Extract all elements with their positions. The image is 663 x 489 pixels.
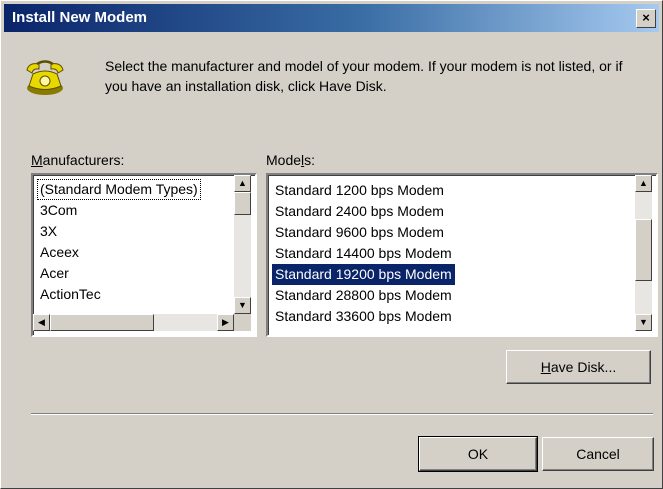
scroll-up-icon[interactable]: ▲ bbox=[635, 175, 652, 192]
instructions-text: Select the manufacturer and model of you… bbox=[105, 58, 623, 94]
manufacturer-item[interactable]: Aceex bbox=[37, 242, 82, 263]
manufacturers-label: Manufacturers: bbox=[31, 152, 125, 168]
models-listbox[interactable]: Standard 1200 bps Modem Standard 2400 bp… bbox=[266, 173, 658, 337]
model-item[interactable]: Standard 14400 bps Modem bbox=[272, 243, 455, 264]
scrollbar-thumb[interactable] bbox=[635, 219, 652, 281]
telephone-icon bbox=[26, 60, 64, 95]
close-icon: × bbox=[642, 10, 650, 25]
model-item[interactable]: Standard 33600 bps Modem bbox=[272, 306, 455, 327]
model-item[interactable]: Standard 2400 bps Modem bbox=[272, 201, 447, 222]
model-item[interactable]: Standard 9600 bps Modem bbox=[272, 222, 447, 243]
ok-button[interactable]: OK bbox=[418, 436, 538, 472]
have-disk-button[interactable]: Have Disk... bbox=[506, 350, 651, 384]
dialog-title: Install New Modem bbox=[12, 9, 148, 26]
manufacturer-item[interactable]: (Standard Modem Types) bbox=[37, 179, 201, 200]
manufacturers-vertical-scrollbar[interactable]: ▲ ▼ bbox=[234, 175, 251, 314]
manufacturer-item[interactable]: ActionTec bbox=[37, 284, 104, 305]
model-item[interactable]: Standard 1200 bps Modem bbox=[272, 180, 447, 201]
model-item-partial[interactable] bbox=[272, 327, 278, 335]
manufacturer-item[interactable]: Acer bbox=[37, 263, 72, 284]
manufacturers-horizontal-scrollbar[interactable]: ◀ ▶ bbox=[33, 314, 234, 331]
scroll-up-icon[interactable]: ▲ bbox=[234, 175, 251, 192]
models-label: Models: bbox=[266, 152, 316, 168]
model-item-selected[interactable]: Standard 19200 bps Modem bbox=[272, 264, 455, 285]
title-bar[interactable]: Install New Modem × bbox=[4, 4, 659, 32]
scroll-left-icon[interactable]: ◀ bbox=[33, 314, 50, 331]
scrollbar-corner bbox=[234, 314, 251, 331]
install-new-modem-dialog: Install New Modem × Select the manufactu… bbox=[0, 0, 663, 489]
close-button[interactable]: × bbox=[636, 9, 656, 28]
scrollbar-thumb[interactable] bbox=[234, 192, 251, 215]
manufacturers-listbox[interactable]: (Standard Modem Types) 3Com 3X Aceex Ace… bbox=[31, 173, 257, 337]
scroll-right-icon[interactable]: ▶ bbox=[217, 314, 234, 331]
manufacturer-item[interactable]: 3X bbox=[37, 221, 60, 242]
scroll-down-icon[interactable]: ▼ bbox=[635, 314, 652, 331]
scrollbar-thumb[interactable] bbox=[50, 314, 154, 331]
manufacturer-item[interactable]: 3Com bbox=[37, 200, 80, 221]
scroll-down-icon[interactable]: ▼ bbox=[234, 297, 251, 314]
separator bbox=[31, 413, 653, 415]
cancel-button[interactable]: Cancel bbox=[542, 437, 654, 471]
model-item[interactable]: Standard 28800 bps Modem bbox=[272, 285, 455, 306]
models-vertical-scrollbar[interactable]: ▲ ▼ bbox=[635, 175, 652, 331]
